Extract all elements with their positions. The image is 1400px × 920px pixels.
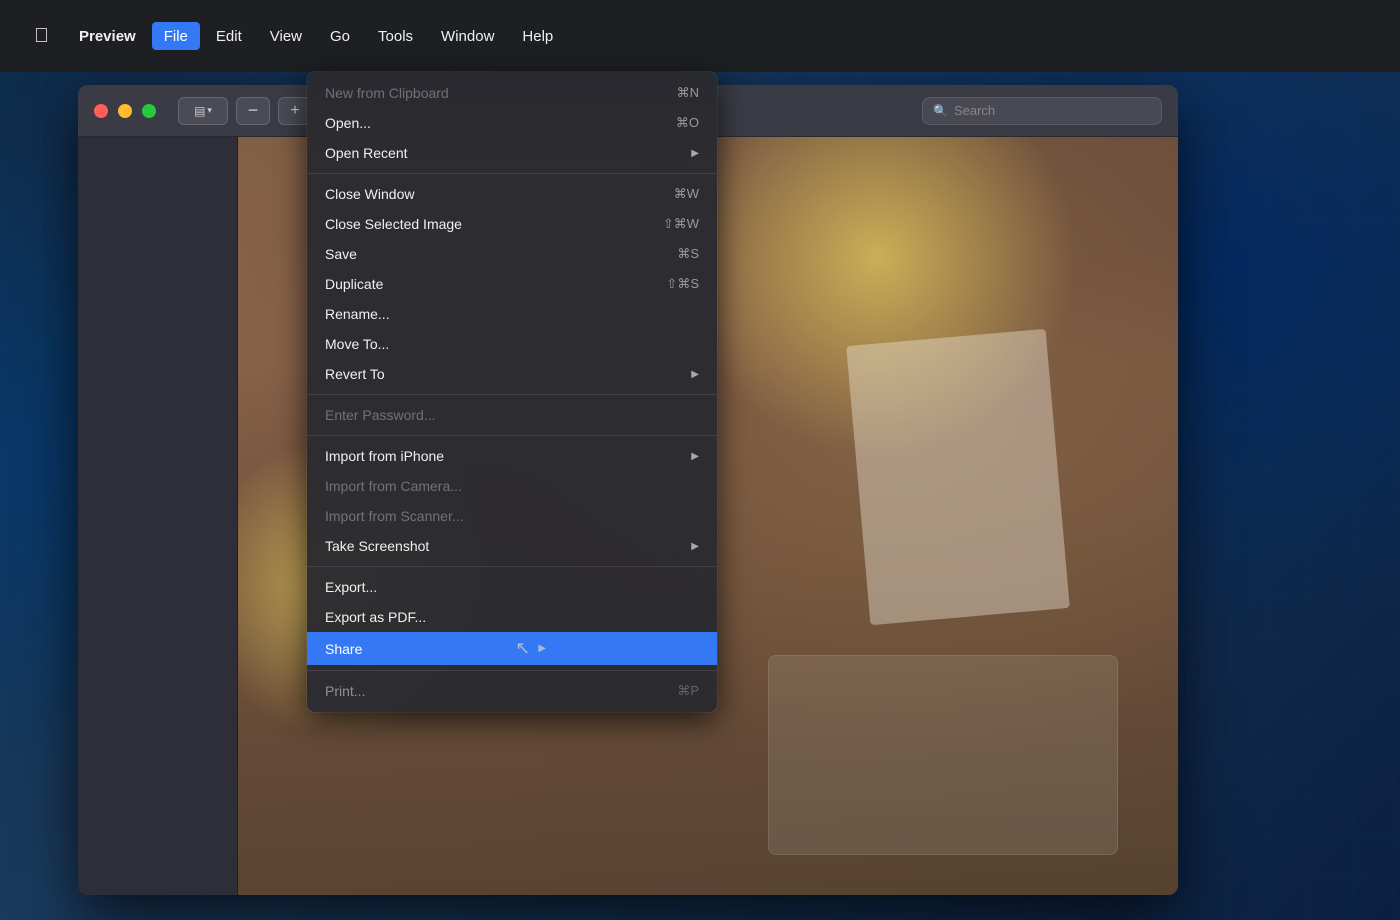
menu-label-open-recent: Open Recent — [325, 145, 408, 161]
separator-2 — [307, 394, 717, 395]
menu-label-enter-password: Enter Password... — [325, 407, 436, 423]
menu-item-duplicate[interactable]: Duplicate ⇧⌘S — [307, 269, 717, 299]
menu-shortcut-new-clipboard: ⌘N — [677, 85, 699, 101]
cursor-arrow-icon: ↖ — [515, 638, 530, 659]
menu-item-rename[interactable]: Rename... — [307, 299, 717, 329]
menu-label-export: Export... — [325, 579, 377, 595]
menu-label-take-screenshot: Take Screenshot — [325, 538, 429, 554]
menu-item-new-clipboard[interactable]: New from Clipboard ⌘N — [307, 78, 717, 108]
menubar-edit[interactable]: Edit — [204, 22, 254, 50]
separator-1 — [307, 173, 717, 174]
menubar-help[interactable]: Help — [510, 22, 565, 50]
menubar:  Preview File Edit View Go Tools Window… — [0, 0, 1400, 72]
menu-item-close-selected[interactable]: Close Selected Image ⇧⌘W — [307, 209, 717, 239]
menu-item-import-iphone[interactable]: Import from iPhone ▶ — [307, 441, 717, 471]
menu-label-rename: Rename... — [325, 306, 390, 322]
menu-item-import-camera[interactable]: Import from Camera... — [307, 471, 717, 501]
submenu-arrow-icon: ▶ — [538, 643, 546, 654]
menu-label-duplicate: Duplicate — [325, 276, 383, 292]
menu-label-move-to: Move To... — [325, 336, 389, 352]
menu-label-import-camera: Import from Camera... — [325, 478, 462, 494]
menu-item-move-to[interactable]: Move To... — [307, 329, 717, 359]
menubar-window[interactable]: Window — [429, 22, 506, 50]
close-button[interactable] — [94, 104, 108, 118]
sidebar-toggle-button[interactable]: ▤ ▾ — [178, 97, 228, 125]
search-bar: 🔍 — [922, 97, 1162, 125]
menu-label-save: Save — [325, 246, 357, 262]
menubar-view[interactable]: View — [258, 22, 314, 50]
laptop-highlight — [768, 655, 1118, 855]
menu-item-enter-password[interactable]: Enter Password... — [307, 400, 717, 430]
menu-item-open-recent[interactable]: Open Recent ▶ — [307, 138, 717, 168]
menu-item-share[interactable]: Share ↖ ▶ — [307, 632, 717, 665]
menu-label-import-scanner: Import from Scanner... — [325, 508, 464, 524]
menu-item-close-window[interactable]: Close Window ⌘W — [307, 179, 717, 209]
menu-label-import-iphone: Import from iPhone — [325, 448, 444, 464]
arrow-icon-take-screenshot: ▶ — [691, 541, 699, 552]
menu-shortcut-duplicate: ⇧⌘S — [666, 276, 699, 292]
arrow-icon-share: ↖ ▶ — [515, 638, 546, 659]
minimize-button[interactable] — [118, 104, 132, 118]
menu-shortcut-close-selected: ⇧⌘W — [663, 216, 699, 232]
search-input[interactable] — [954, 103, 1151, 118]
fullscreen-button[interactable] — [142, 104, 156, 118]
menu-label-revert-to: Revert To — [325, 366, 385, 382]
menubar-tools[interactable]: Tools — [366, 22, 425, 50]
separator-4 — [307, 566, 717, 567]
zoom-in-icon: + — [290, 102, 299, 120]
arrow-icon-open-recent: ▶ — [691, 148, 699, 159]
menu-label-open: Open... — [325, 115, 371, 131]
menu-label-close-window: Close Window — [325, 186, 414, 202]
menu-shortcut-print: ⌘P — [677, 683, 699, 699]
menu-item-print[interactable]: Print... ⌘P — [307, 676, 717, 706]
separator-5 — [307, 670, 717, 671]
toolbar: ▤ ▾ − + — [178, 97, 312, 125]
menu-item-revert-to[interactable]: Revert To ▶ — [307, 359, 717, 389]
file-dropdown-menu: New from Clipboard ⌘N Open... ⌘O Open Re… — [307, 72, 717, 712]
sidebar-icon: ▤ — [194, 104, 205, 118]
chart-paper — [846, 329, 1070, 625]
chevron-down-icon: ▾ — [207, 105, 212, 116]
menu-label-share: Share — [325, 641, 362, 657]
menu-label-new-clipboard: New from Clipboard — [325, 85, 449, 101]
sidebar — [78, 137, 238, 895]
menubar-file[interactable]: File — [152, 22, 200, 50]
menu-label-close-selected: Close Selected Image — [325, 216, 462, 232]
arrow-icon-import-iphone: ▶ — [691, 451, 699, 462]
menu-label-print: Print... — [325, 683, 365, 699]
separator-3 — [307, 435, 717, 436]
menu-label-export-pdf: Export as PDF... — [325, 609, 426, 625]
menu-item-export[interactable]: Export... — [307, 572, 717, 602]
menu-shortcut-close-window: ⌘W — [674, 186, 699, 202]
menu-item-open[interactable]: Open... ⌘O — [307, 108, 717, 138]
menu-item-export-pdf[interactable]: Export as PDF... — [307, 602, 717, 632]
apple-menu[interactable]:  — [20, 21, 63, 52]
menubar-go[interactable]: Go — [318, 22, 362, 50]
zoom-out-button[interactable]: − — [236, 97, 270, 125]
menu-item-import-scanner[interactable]: Import from Scanner... — [307, 501, 717, 531]
menu-shortcut-open: ⌘O — [676, 115, 699, 131]
zoom-out-icon: − — [248, 100, 259, 121]
menu-shortcut-save: ⌘S — [677, 246, 699, 262]
menubar-preview[interactable]: Preview — [67, 22, 148, 50]
menu-item-save[interactable]: Save ⌘S — [307, 239, 717, 269]
menu-item-take-screenshot[interactable]: Take Screenshot ▶ — [307, 531, 717, 561]
arrow-icon-revert-to: ▶ — [691, 369, 699, 380]
search-icon: 🔍 — [933, 104, 948, 118]
